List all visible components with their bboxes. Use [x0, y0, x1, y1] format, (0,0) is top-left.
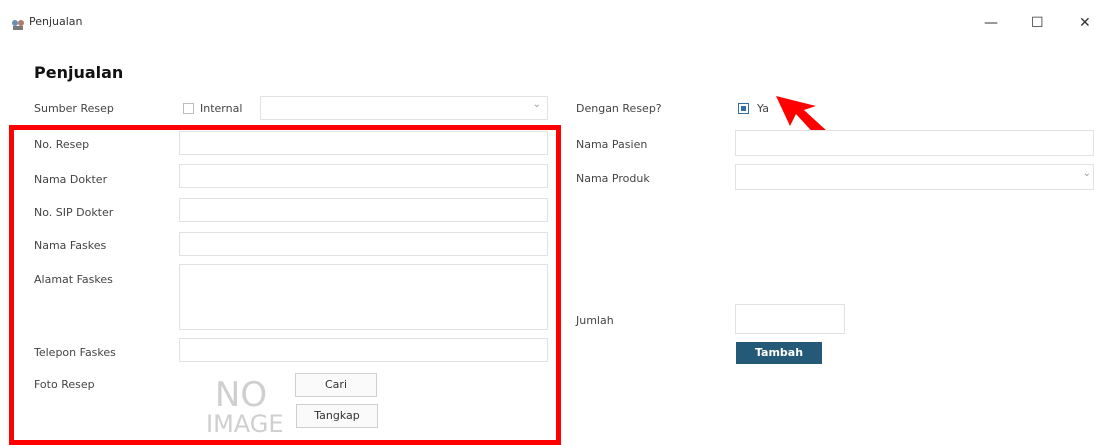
sumber-resep-label: Sumber Resep	[34, 102, 114, 115]
maximize-icon[interactable]: ☐	[1031, 15, 1044, 31]
close-icon[interactable]: ✕	[1079, 15, 1091, 31]
dengan-resep-label: Dengan Resep?	[576, 102, 662, 115]
sumber-resep-select[interactable]: ⌄	[260, 96, 548, 120]
app-icon	[11, 16, 25, 30]
nama-pasien-label: Nama Pasien	[576, 138, 648, 151]
ya-checkbox[interactable]	[738, 103, 749, 114]
highlight-rectangle	[9, 125, 561, 445]
ya-checkbox-label: Ya	[757, 102, 769, 115]
chevron-down-icon: ⌄	[1082, 168, 1091, 179]
chevron-down-icon: ⌄	[532, 99, 541, 110]
checkbox-fill-icon	[741, 106, 746, 111]
page-title: Penjualan	[34, 63, 124, 82]
internal-checkbox-label: Internal	[200, 102, 243, 115]
internal-checkbox[interactable]	[183, 103, 194, 114]
nama-pasien-input[interactable]	[735, 130, 1094, 156]
nama-produk-select[interactable]: ⌄	[735, 164, 1094, 190]
window-title: Penjualan	[29, 15, 83, 28]
nama-produk-label: Nama Produk	[576, 172, 650, 185]
tambah-button[interactable]: Tambah	[736, 342, 822, 364]
jumlah-input[interactable]	[735, 304, 845, 334]
minimize-icon[interactable]: —	[984, 15, 998, 31]
jumlah-label: Jumlah	[576, 314, 614, 327]
